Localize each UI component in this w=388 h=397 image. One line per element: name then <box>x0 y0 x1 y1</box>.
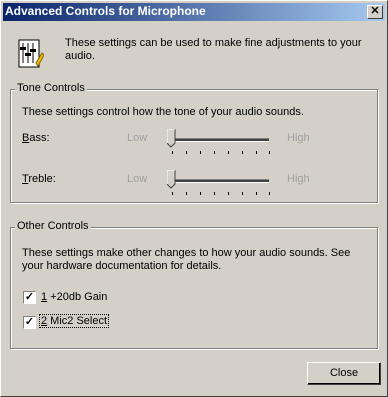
bass-high-label: High <box>287 132 310 144</box>
treble-low-label: Low <box>127 173 148 185</box>
other-controls-group <box>10 227 378 349</box>
bass-low-label: Low <box>127 132 148 144</box>
other-description: These settings make other changes to how… <box>22 247 351 272</box>
window-title: Advanced Controls for Microphone <box>5 4 206 18</box>
bass-slider-thumb[interactable] <box>167 129 176 148</box>
treble-slider-track[interactable] <box>171 179 269 183</box>
intro-text: These settings can be used to make fine … <box>65 37 362 62</box>
gain-option-label[interactable]: 1 +20db Gain <box>41 291 107 303</box>
treble-tick <box>228 192 229 195</box>
mic2-option-label[interactable]: 2 Mic2 Select <box>38 314 110 328</box>
tone-description: These settings control how the tone of y… <box>22 106 304 118</box>
gain-option-text: +20db Gain <box>47 291 108 303</box>
treble-tick <box>256 192 257 195</box>
bass-tick <box>172 151 173 154</box>
gain-checkbox[interactable]: ✓ <box>23 291 36 304</box>
close-button[interactable]: Close <box>307 362 381 385</box>
other-controls-title: Other Controls <box>15 220 91 232</box>
bass-tick <box>256 151 257 154</box>
mic2-checkbox[interactable]: ✓ <box>23 316 36 329</box>
treble-tick <box>172 192 173 195</box>
title-bar[interactable]: Advanced Controls for Microphone ✕ <box>3 3 385 21</box>
treble-slider-thumb[interactable] <box>167 170 176 189</box>
advanced-controls-dialog: Advanced Controls for Microphone ✕ These… <box>0 0 388 397</box>
treble-label-rest: reble: <box>28 173 56 185</box>
bass-tick <box>186 151 187 154</box>
treble-tick <box>214 192 215 195</box>
treble-tick <box>242 192 243 195</box>
treble-tick <box>186 192 187 195</box>
bass-tick <box>228 151 229 154</box>
treble-tick <box>269 192 270 195</box>
bass-label: Bass: <box>22 132 50 144</box>
tone-controls-title: Tone Controls <box>15 82 87 94</box>
bass-tick <box>200 151 201 154</box>
bass-slider-track[interactable] <box>171 138 269 142</box>
bass-label-rest: ass: <box>29 132 50 144</box>
bass-tick <box>214 151 215 154</box>
bass-tick <box>269 151 270 154</box>
bass-tick <box>242 151 243 154</box>
mixer-icon <box>18 39 44 68</box>
close-icon[interactable]: ✕ <box>367 5 383 19</box>
treble-tick <box>200 192 201 195</box>
treble-high-label: High <box>287 173 310 185</box>
mic2-option-text: Mic2 Select <box>47 315 108 327</box>
treble-label: Treble: <box>22 173 56 185</box>
